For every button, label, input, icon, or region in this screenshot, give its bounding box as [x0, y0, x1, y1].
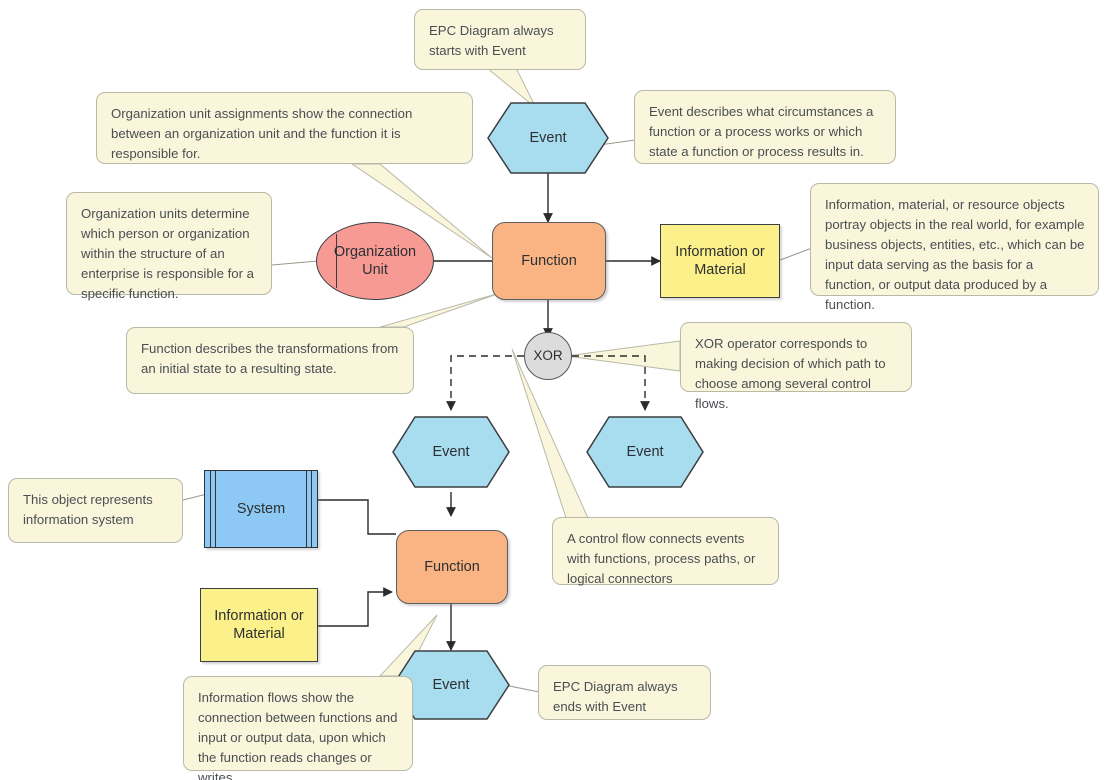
node-label-line1: Information or: [675, 243, 765, 260]
system-line-left-outer: [210, 471, 211, 547]
node-event-start[interactable]: Event: [487, 102, 609, 174]
callout-org-units: Organization units determine which perso…: [66, 192, 272, 301]
tail-xor-operator: [565, 340, 681, 372]
node-information-bottom[interactable]: Information or Material: [200, 588, 318, 662]
node-label-line2: Material: [233, 626, 285, 642]
tail-information-material: [774, 247, 813, 263]
node-label-line2: Unit: [362, 262, 388, 278]
node-label: Event: [432, 676, 470, 693]
node-label: System: [236, 500, 286, 517]
node-label-line1: Organization: [333, 243, 417, 260]
node-event-branch-left[interactable]: Event: [392, 416, 510, 488]
node-label-line2: Material: [694, 262, 746, 278]
callout-end-event: EPC Diagram always ends with Event: [538, 665, 711, 720]
edge-xor-to-event-right: [572, 355, 650, 411]
system-line-right-outer: [311, 471, 312, 547]
node-label: Information or Material: [214, 607, 303, 643]
callout-org-assignment: Organization unit assignments show the c…: [96, 92, 473, 164]
callout-information-flows: Information flows show the connection be…: [183, 676, 413, 780]
callout-event-describes: Event describes what circumstances a fun…: [634, 90, 896, 164]
node-label: Information or Material: [675, 243, 764, 279]
callout-function-describes: Function describes the transformations f…: [126, 327, 414, 394]
node-label: Event: [529, 129, 567, 146]
node-system[interactable]: System: [204, 470, 318, 548]
edge-xor-to-event-left: [446, 355, 524, 411]
callout-information-material: Information, material, or resource objec…: [810, 183, 1099, 312]
node-label: Function: [521, 252, 577, 269]
node-organization-unit[interactable]: Organization Unit: [316, 222, 434, 300]
epc-diagram-canvas: Event Function Organization Unit Informa…: [0, 0, 1110, 780]
tail-org-units: [271, 260, 319, 266]
node-label: Function: [424, 558, 480, 575]
system-line-right-inner: [306, 471, 307, 547]
callout-start-event: EPC Diagram always starts with Event: [414, 9, 586, 70]
system-line-left-inner: [215, 471, 216, 547]
node-function-main[interactable]: Function: [492, 222, 606, 300]
callout-xor-operator: XOR operator corresponds to making decis…: [680, 322, 912, 411]
callout-system-object: This object represents information syste…: [8, 478, 183, 543]
tail-function-describes: [379, 292, 501, 328]
node-label: Event: [432, 443, 470, 460]
node-label: Event: [626, 443, 664, 460]
node-label: Organization Unit: [334, 243, 416, 279]
node-label: XOR: [533, 347, 563, 363]
edge-information-to-function: [318, 587, 393, 627]
node-xor-connector[interactable]: XOR: [524, 332, 572, 380]
edge-system-to-function: [318, 499, 396, 535]
node-event-branch-right[interactable]: Event: [586, 416, 704, 488]
node-information-top[interactable]: Information or Material: [660, 224, 780, 298]
node-function-lower[interactable]: Function: [396, 530, 508, 604]
node-label-line1: Information or: [214, 607, 304, 624]
callout-control-flow: A control flow connects events with func…: [552, 517, 779, 586]
